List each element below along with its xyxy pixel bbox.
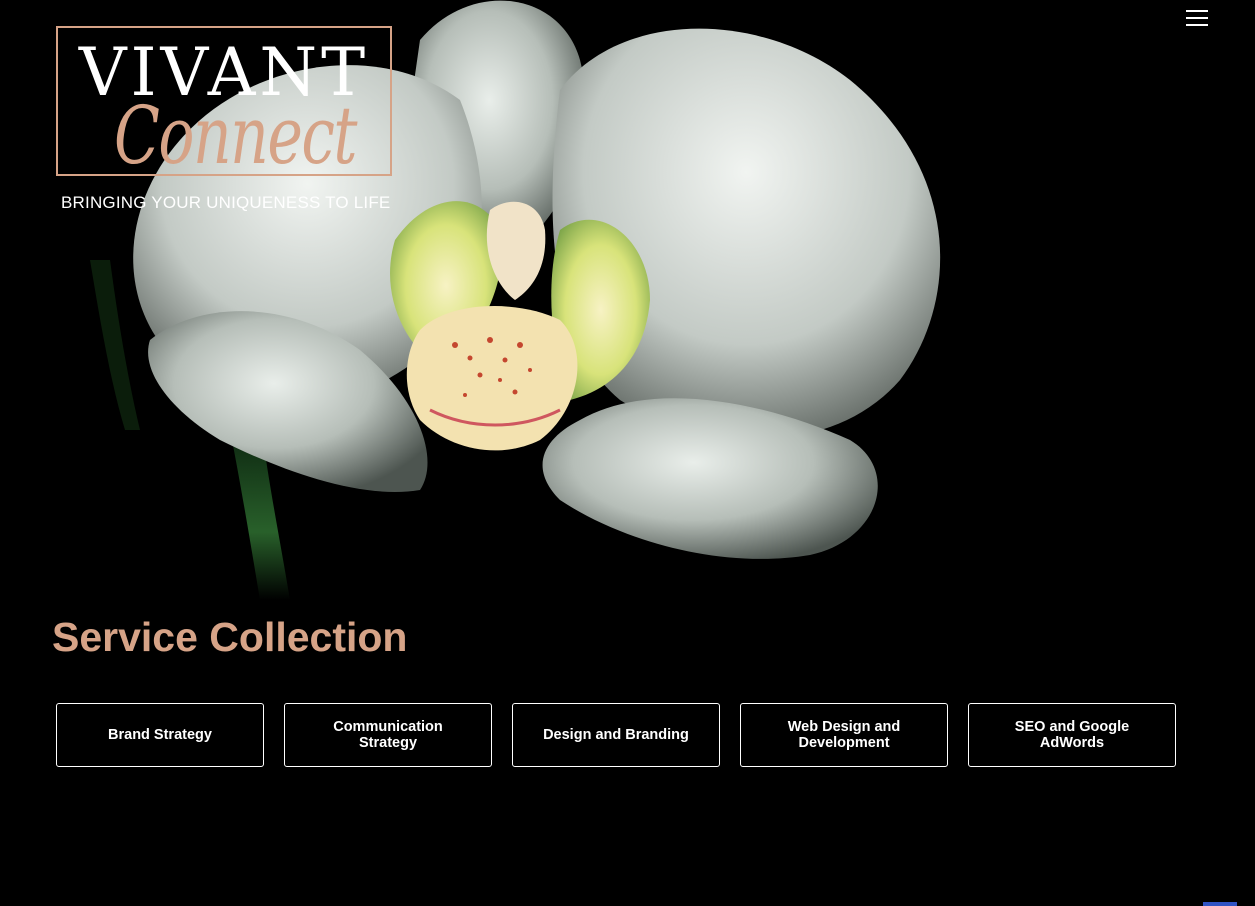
menu-bar xyxy=(1186,24,1208,26)
hamburger-menu-icon[interactable] xyxy=(1183,6,1211,30)
service-design-branding-button[interactable]: Design and Branding xyxy=(512,703,720,767)
service-brand-strategy-button[interactable]: Brand Strategy xyxy=(56,703,264,767)
service-buttons: Brand Strategy Communication Strategy De… xyxy=(56,703,1176,767)
vivant-connect-logo[interactable]: VIVANT Connect xyxy=(56,26,392,182)
services-section-title: Service Collection xyxy=(52,614,408,660)
menu-bar xyxy=(1186,17,1208,19)
service-communication-strategy-button[interactable]: Communication Strategy xyxy=(284,703,492,767)
menu-bar xyxy=(1186,10,1208,12)
brand-tagline: BRINGING YOUR UNIQUENESS TO LIFE xyxy=(61,193,391,212)
service-web-design-button[interactable]: Web Design and Development xyxy=(740,703,948,767)
logo-wordmark-script: Connect xyxy=(114,89,358,182)
corner-widget[interactable] xyxy=(1203,902,1237,906)
service-seo-adwords-button[interactable]: SEO and Google AdWords xyxy=(968,703,1176,767)
